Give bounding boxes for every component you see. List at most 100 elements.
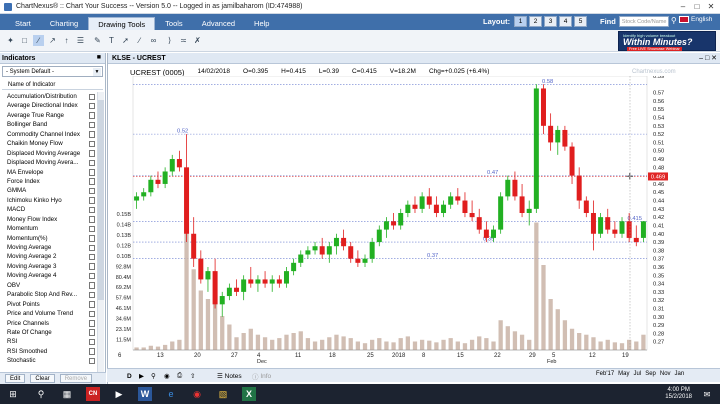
indicator-checkbox[interactable] <box>88 112 95 119</box>
indicator-item[interactable]: Momentum(%) <box>2 234 96 243</box>
indicator-checkbox[interactable] <box>88 159 95 167</box>
indicator-item[interactable]: Force Index <box>2 177 96 186</box>
close-icon[interactable]: ✕ <box>704 1 718 12</box>
layout-option-4[interactable]: 4 <box>559 16 573 27</box>
indicator-checkbox[interactable] <box>88 310 95 318</box>
webinar-ad-banner[interactable]: Identify high volume breakout Within Min… <box>618 31 716 51</box>
panel-close-icon[interactable]: ■ <box>97 54 101 61</box>
indicator-checkbox[interactable] <box>88 282 95 289</box>
indicator-checkbox[interactable] <box>88 329 95 336</box>
indicator-checkbox[interactable] <box>88 216 95 223</box>
arrow-tool-icon[interactable]: ➚ <box>120 35 131 46</box>
edge-icon[interactable]: e <box>164 387 178 401</box>
indicator-item[interactable]: OBV <box>2 281 96 290</box>
indicator-item[interactable]: Accumulation/Distribution <box>2 92 96 101</box>
zoom-icon[interactable]: ⚲ <box>151 371 156 381</box>
info-button[interactable]: ⓘ Info <box>252 371 271 382</box>
price-chart[interactable]: 0.59 0.57 0.56 0.55 0.54 0.53 0.52 0.51 0.50 0.49… <box>107 76 720 368</box>
indicator-item[interactable]: Commodity Channel Index <box>2 130 96 139</box>
remove-button[interactable]: Remove <box>59 374 93 383</box>
indicator-checkbox[interactable] <box>88 263 95 270</box>
indicator-checkbox[interactable] <box>88 301 95 308</box>
indicator-item[interactable]: Money Flow Index <box>2 215 96 224</box>
trendline-tool-icon[interactable]: ↗ <box>47 35 58 46</box>
indicator-item[interactable]: Moving Average 2 <box>2 252 96 261</box>
indicator-item[interactable]: Displaced Moving Avera... <box>2 158 96 167</box>
layout-option-3[interactable]: 3 <box>544 16 558 27</box>
indicator-item[interactable]: RSI Smoothed <box>2 347 96 356</box>
indicator-item[interactable]: Moving Average 4 <box>2 271 96 280</box>
chart-window-controls[interactable]: – □ ✕ <box>699 53 717 64</box>
line-tool-icon[interactable]: ∕ <box>33 35 44 46</box>
palette-icon[interactable]: ◉ <box>164 371 170 381</box>
indicator-item[interactable]: Price Channels <box>2 319 96 328</box>
scrollbar-thumb[interactable] <box>98 100 104 300</box>
gann-tool-icon[interactable]: ⟩ <box>164 35 175 46</box>
tab-start[interactable]: Start <box>6 17 40 30</box>
indicator-item[interactable]: Displaced Moving Average <box>2 149 96 158</box>
indicator-checkbox[interactable] <box>88 225 95 233</box>
clear-button[interactable]: Clear <box>30 374 55 383</box>
indicator-checkbox[interactable] <box>88 320 95 327</box>
notes-button[interactable]: ☰ Notes <box>217 371 242 381</box>
indicator-checkbox[interactable] <box>88 206 95 214</box>
indicator-scrollbar[interactable] <box>97 92 104 378</box>
indicator-checkbox[interactable] <box>88 150 95 157</box>
indicator-checkbox[interactable] <box>88 338 95 346</box>
draw-d-icon[interactable]: D <box>127 371 132 381</box>
file-explorer-icon[interactable]: ▧ <box>216 387 230 401</box>
indicator-checkbox[interactable] <box>88 291 95 299</box>
indicator-item[interactable]: Ichimoku Kinko Hyo <box>2 196 96 205</box>
andrews-tool-icon[interactable]: ≍ <box>178 35 189 46</box>
erase-tool-icon[interactable]: ✗ <box>192 35 203 46</box>
indicator-checkbox[interactable] <box>88 187 95 195</box>
layout-option-5[interactable]: 5 <box>574 16 588 27</box>
indicator-item[interactable]: Rate Of Change <box>2 328 96 337</box>
timeline-navigator[interactable]: Feb'17 May Jul Sep Nov Jan <box>596 371 720 382</box>
indicator-item[interactable]: Parabolic Stop And Rev... <box>2 290 96 299</box>
chartnexus-taskbar-icon[interactable]: CN <box>86 387 100 401</box>
indicator-checkbox[interactable] <box>88 235 95 242</box>
fibonacci-icon[interactable]: ☰ <box>75 35 86 46</box>
indicator-item[interactable]: MACD <box>2 205 96 214</box>
indicator-checkbox[interactable] <box>88 244 95 251</box>
indicator-item[interactable]: Average True Range <box>2 111 96 120</box>
indicator-checkbox[interactable] <box>88 253 95 261</box>
indicator-item[interactable]: Moving Average 3 <box>2 262 96 271</box>
indicator-item[interactable]: Pivot Points <box>2 300 96 309</box>
windows-start-icon[interactable]: ⊞ <box>6 387 20 401</box>
language-selector[interactable]: English <box>679 16 712 23</box>
media-icon[interactable]: ▶ <box>112 387 126 401</box>
task-view-icon[interactable]: ▦ <box>60 387 74 401</box>
pencil-icon[interactable]: ✎ <box>92 35 103 46</box>
indicator-checkbox[interactable] <box>88 272 95 280</box>
text-tool-icon[interactable]: T <box>106 35 117 46</box>
indicator-item[interactable]: Average Directional Index <box>2 101 96 110</box>
tab-tools[interactable]: Tools <box>156 17 192 30</box>
indicator-item[interactable]: Chaikin Money Flow <box>2 139 96 148</box>
layout-option-2[interactable]: 2 <box>529 16 543 27</box>
tab-drawing-tools[interactable]: Drawing Tools <box>88 17 156 30</box>
word-icon[interactable]: W <box>138 387 152 401</box>
cursor-icon[interactable]: ✦ <box>5 35 16 46</box>
search-icon[interactable]: ⚲ <box>34 387 48 401</box>
indicator-item[interactable]: Price and Volume Trend <box>2 309 96 318</box>
indicator-item[interactable]: MA Envelope <box>2 168 96 177</box>
layout-option-1[interactable]: 1 <box>514 16 528 27</box>
cycle-tool-icon[interactable]: ∞ <box>148 35 159 46</box>
indicator-checkbox[interactable] <box>88 169 95 176</box>
chevron-down-icon[interactable]: ▼ <box>93 68 101 76</box>
edit-button[interactable]: Edit <box>5 374 26 383</box>
indicator-item[interactable]: Momentum <box>2 224 96 233</box>
minimize-icon[interactable]: – <box>676 1 690 12</box>
indicator-checkbox[interactable] <box>88 121 95 129</box>
maximize-icon[interactable]: □ <box>690 1 704 12</box>
export-icon[interactable]: ⇧ <box>190 371 195 381</box>
channel-tool-icon[interactable]: ∕ <box>134 35 145 46</box>
indicator-checkbox[interactable] <box>88 131 95 138</box>
vertical-line-icon[interactable]: ↑ <box>61 35 72 46</box>
indicator-checkbox[interactable] <box>88 178 95 185</box>
indicator-item[interactable]: GMMA <box>2 186 96 195</box>
preset-dropdown[interactable]: - System Default - ▼ <box>2 66 103 77</box>
indicator-checkbox[interactable] <box>88 93 95 100</box>
